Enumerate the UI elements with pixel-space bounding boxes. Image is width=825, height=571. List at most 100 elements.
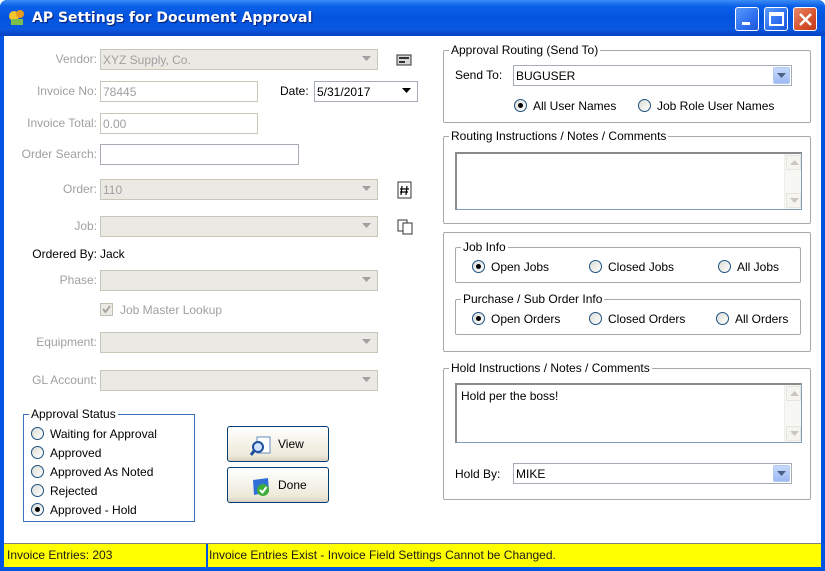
approval-option-rejected[interactable]: Rejected (31, 484, 97, 498)
phase-dropdown-button[interactable] (359, 272, 376, 289)
radio-icon (31, 484, 44, 497)
radio-selected-icon (514, 99, 527, 112)
approval-routing-group: Approval Routing (Send To) Send To: BUGU… (443, 43, 811, 123)
title-bar[interactable]: AP Settings for Document Approval (0, 0, 825, 36)
send-to-dropdown-button[interactable] (773, 67, 790, 84)
order-label: Order: (62, 182, 97, 196)
gl-account-select[interactable] (100, 370, 378, 391)
hold-by-dropdown-button[interactable] (773, 465, 790, 482)
approval-option-label: Waiting for Approval (50, 427, 157, 441)
approval-option-label: Approved (50, 446, 102, 460)
scroll-up-button[interactable] (786, 155, 801, 170)
vendor-select[interactable]: XYZ Supply, Co. (100, 49, 378, 70)
all-jobs-radio[interactable]: All Jobs (718, 260, 779, 274)
job-master-lookup-checkbox[interactable] (100, 303, 113, 316)
routing-notes-group: Routing Instructions / Notes / Comments (443, 129, 811, 224)
status-divider (206, 544, 208, 568)
order-select[interactable]: 110 (100, 179, 378, 200)
closed-orders-radio[interactable]: Closed Orders (589, 312, 685, 326)
chevron-down-icon (362, 277, 371, 282)
approval-option-approved-as-noted[interactable]: Approved As Noted (31, 465, 153, 479)
scroll-up-button[interactable] (786, 386, 801, 401)
phase-select[interactable] (100, 270, 378, 291)
hold-notes-textarea[interactable]: Hold per the boss! (455, 383, 802, 443)
maximize-icon (769, 12, 784, 26)
order-search-input[interactable] (100, 144, 299, 165)
radio-icon (716, 312, 729, 325)
job-info-group: Job Info Open Jobs Closed Jobs All Jobs (455, 240, 801, 283)
radio-icon (31, 465, 44, 478)
maximize-button[interactable] (764, 7, 788, 31)
copy-icon[interactable] (396, 218, 414, 236)
hold-by-select[interactable]: MIKE (513, 463, 792, 484)
hold-by-value: MIKE (516, 467, 546, 481)
chevron-down-icon (777, 73, 786, 78)
chevron-down-icon (362, 377, 371, 382)
chevron-up-icon (790, 160, 799, 165)
done-button[interactable]: Done (227, 467, 329, 503)
hold-group: Hold Instructions / Notes / Comments Hol… (443, 361, 811, 500)
order-number-icon[interactable] (396, 181, 414, 199)
window-title: AP Settings for Document Approval (32, 10, 313, 26)
invoice-no-label: Invoice No: (36, 84, 97, 98)
job-dropdown-button[interactable] (359, 218, 376, 235)
approval-option-approved-hold[interactable]: Approved - Hold (31, 503, 137, 517)
hold-notes-scrollbar[interactable] (784, 385, 801, 442)
close-button[interactable] (793, 7, 817, 31)
open-jobs-label: Open Jobs (491, 260, 550, 274)
job-info-title: Job Info (461, 240, 508, 254)
approval-option-label: Approved - Hold (50, 503, 137, 517)
all-jobs-label: All Jobs (737, 260, 780, 274)
routing-notes-scrollbar[interactable] (784, 154, 801, 209)
scroll-down-button[interactable] (786, 426, 801, 441)
vendor-value: XYZ Supply, Co. (103, 53, 191, 67)
all-user-names-radio[interactable]: All User Names (514, 99, 616, 113)
order-dropdown-button[interactable] (359, 181, 376, 198)
all-orders-radio[interactable]: All Orders (716, 312, 788, 326)
send-to-value: BUGUSER (516, 69, 576, 83)
invoice-no-value: 78445 (103, 85, 137, 99)
vendor-lookup-icon[interactable] (395, 51, 413, 69)
date-dropdown-button[interactable] (399, 83, 416, 100)
gl-account-label: GL Account: (32, 373, 97, 387)
gl-account-dropdown-button[interactable] (359, 372, 376, 389)
done-check-icon (253, 478, 269, 496)
open-jobs-radio[interactable]: Open Jobs (472, 260, 549, 274)
chevron-down-icon (777, 471, 786, 476)
chevron-down-icon (362, 339, 371, 344)
approval-option-waiting[interactable]: Waiting for Approval (31, 427, 157, 441)
routing-notes-textarea[interactable] (455, 152, 802, 210)
send-to-label: Send To: (455, 68, 503, 82)
equipment-dropdown-button[interactable] (359, 334, 376, 351)
radio-selected-icon (31, 503, 44, 516)
equipment-select[interactable] (100, 332, 378, 353)
job-label: Job: (74, 219, 97, 233)
all-user-names-label: All User Names (533, 99, 617, 113)
check-icon (102, 305, 111, 314)
invoice-no-field[interactable]: 78445 (100, 81, 258, 102)
radio-icon (589, 312, 602, 325)
radio-icon (718, 260, 731, 273)
phase-label: Phase: (59, 273, 97, 287)
open-orders-radio[interactable]: Open Orders (472, 312, 560, 326)
chevron-up-icon (790, 391, 799, 396)
send-to-select[interactable]: BUGUSER (513, 65, 792, 86)
ordered-by-label: Ordered By: (32, 247, 97, 261)
hold-by-label: Hold By: (455, 467, 501, 481)
view-button[interactable]: View (227, 426, 329, 462)
hold-notes-text: Hold per the boss! (461, 389, 559, 403)
closed-orders-label: Closed Orders (608, 312, 686, 326)
chevron-down-icon (362, 223, 371, 228)
chevron-down-icon (790, 431, 799, 436)
vendor-dropdown-button[interactable] (359, 51, 376, 68)
minimize-button[interactable] (735, 7, 759, 31)
closed-jobs-radio[interactable]: Closed Jobs (589, 260, 674, 274)
order-value: 110 (103, 183, 123, 197)
magnifier-icon (250, 436, 271, 456)
job-select[interactable] (100, 216, 378, 237)
job-role-user-names-radio[interactable]: Job Role User Names (638, 99, 774, 113)
scroll-down-button[interactable] (786, 193, 801, 208)
invoice-total-field[interactable]: 0.00 (100, 113, 258, 134)
date-picker[interactable]: 5/31/2017 (314, 81, 418, 102)
approval-option-approved[interactable]: Approved (31, 446, 101, 460)
